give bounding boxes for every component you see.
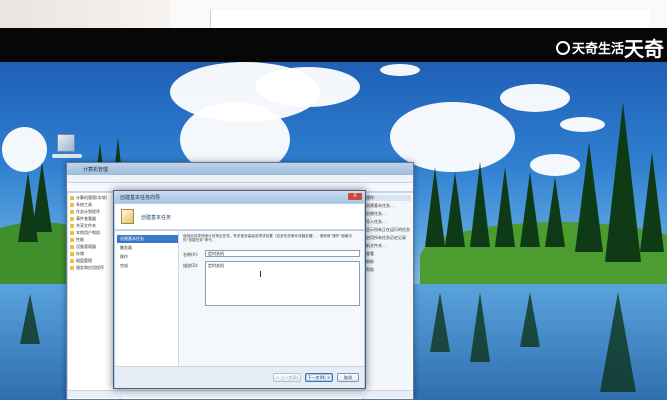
- actions-header: 操作: [366, 195, 411, 201]
- step-create-basic-task[interactable]: 创建基本任务: [117, 235, 178, 243]
- tree: [32, 162, 52, 232]
- mgmt-statusbar: [68, 390, 413, 398]
- action-item[interactable]: 显示所有正在运行的任务: [366, 227, 411, 233]
- tree-item[interactable]: 本地用户和组: [70, 230, 117, 236]
- action-item[interactable]: 导入任务...: [366, 219, 411, 225]
- cloud: [560, 117, 605, 132]
- computer-icon-label: [52, 154, 82, 158]
- tree-reflection: [520, 292, 540, 347]
- cloud: [380, 64, 420, 76]
- wizard-steps: 创建基本任务 触发器 操作 完成: [117, 231, 179, 366]
- folder-icon: [70, 259, 74, 263]
- tree-item[interactable]: 系统工具: [70, 202, 117, 208]
- top-tab-strip: [210, 10, 650, 30]
- tree-item[interactable]: 计算机管理(本地): [70, 195, 117, 201]
- tree: [520, 172, 540, 247]
- action-item[interactable]: 查看: [366, 251, 411, 257]
- action-item[interactable]: 帮助: [366, 267, 411, 273]
- tree-item[interactable]: 任务计划程序: [70, 209, 117, 215]
- text-caret: [260, 271, 261, 277]
- tree-item[interactable]: 磁盘管理: [70, 258, 117, 264]
- tree-item[interactable]: 服务和应用程序: [70, 265, 117, 271]
- folder-icon: [70, 266, 74, 270]
- computer-icon[interactable]: [57, 134, 75, 152]
- task-icon: [121, 209, 134, 224]
- folder-icon: [70, 245, 74, 249]
- tree: [545, 177, 565, 247]
- name-label: 名称(A):: [183, 252, 199, 257]
- cancel-button[interactable]: 取消: [337, 373, 359, 382]
- wizard-title: 创建基本任务向导: [120, 195, 161, 201]
- screen: 天奇生活天奇 计算机管理 计算机管理(本地) 系统工具 任务计划程序 事件查看器…: [0, 0, 667, 400]
- description-label: 描述(D):: [183, 263, 199, 268]
- action-item[interactable]: 刷新: [366, 259, 411, 265]
- folder-icon: [70, 224, 74, 228]
- folder-icon: [70, 238, 74, 242]
- folder-icon: [70, 196, 74, 200]
- watermark-text: 天奇生活: [572, 42, 625, 57]
- top-paper-left: [0, 0, 170, 30]
- mgmt-titlebar: 计算机管理: [67, 163, 413, 175]
- wizard-body: 创建基本任务 触发器 操作 完成 使用此向导快速计划常见任务。有关更多高级选项或…: [115, 231, 364, 366]
- step-trigger[interactable]: 触发器: [117, 244, 178, 252]
- tree: [495, 167, 515, 247]
- tree-item[interactable]: 共享文件夹: [70, 223, 117, 229]
- tree-item[interactable]: 性能: [70, 237, 117, 243]
- tree: [575, 142, 603, 252]
- create-basic-task-wizard: 创建基本任务向导 X 创建基本任务 创建基本任务 触发器 操作 完成 使用此向导…: [113, 190, 366, 389]
- cloud: [500, 84, 570, 112]
- wizard-header: 创建基本任务: [115, 204, 364, 230]
- tree-item[interactable]: 存储: [70, 251, 117, 257]
- description-textarea[interactable]: 定时关机: [205, 261, 360, 306]
- folder-icon: [70, 210, 74, 214]
- tree: [425, 167, 445, 247]
- watermark-big-text: 天奇: [624, 37, 665, 61]
- tree-item[interactable]: 设备管理器: [70, 244, 117, 250]
- tree: [640, 152, 664, 252]
- tree-item[interactable]: 事件查看器: [70, 216, 117, 222]
- wizard-titlebar[interactable]: 创建基本任务向导 X: [114, 191, 365, 203]
- folder-icon: [70, 252, 74, 256]
- tree-reflection: [430, 292, 450, 352]
- action-item[interactable]: 启用所有任务历史记录: [366, 235, 411, 241]
- mgmt-actions-pane: 操作 创建基本任务... 创建任务... 导入任务... 显示所有正在运行的任务…: [363, 193, 413, 399]
- tree-reflection: [600, 292, 636, 392]
- next-button[interactable]: 下一步(N) >: [305, 373, 333, 382]
- folder-icon: [70, 203, 74, 207]
- tree: [445, 172, 465, 247]
- tree-reflection: [470, 292, 490, 362]
- action-item[interactable]: 新文件夹...: [366, 243, 411, 249]
- wizard-description: 使用此向导快速计划常见任务。有关更多高级选项或设置（如多任务操作或触发器），请使…: [183, 234, 353, 242]
- name-input[interactable]: 定时关机: [205, 250, 360, 257]
- tree: [470, 162, 490, 247]
- action-item[interactable]: 创建基本任务...: [366, 203, 411, 209]
- step-finish[interactable]: 完成: [117, 262, 178, 270]
- cloud: [255, 67, 360, 107]
- action-item[interactable]: 创建任务...: [366, 211, 411, 217]
- mgmt-menubar: [67, 175, 413, 183]
- tree-reflection: [20, 294, 40, 344]
- wizard-footer: < 上一步(B) 下一步(N) > 取消: [115, 366, 364, 388]
- close-button[interactable]: X: [348, 193, 362, 200]
- back-button[interactable]: < 上一步(B): [273, 373, 301, 382]
- watermark-seal-icon: [556, 41, 570, 55]
- folder-icon: [70, 217, 74, 221]
- tree: [605, 102, 641, 262]
- watermark-logo: 天奇生活天奇: [556, 33, 664, 62]
- wizard-header-title: 创建基本任务: [141, 215, 172, 221]
- step-action[interactable]: 操作: [117, 253, 178, 261]
- folder-icon: [70, 231, 74, 235]
